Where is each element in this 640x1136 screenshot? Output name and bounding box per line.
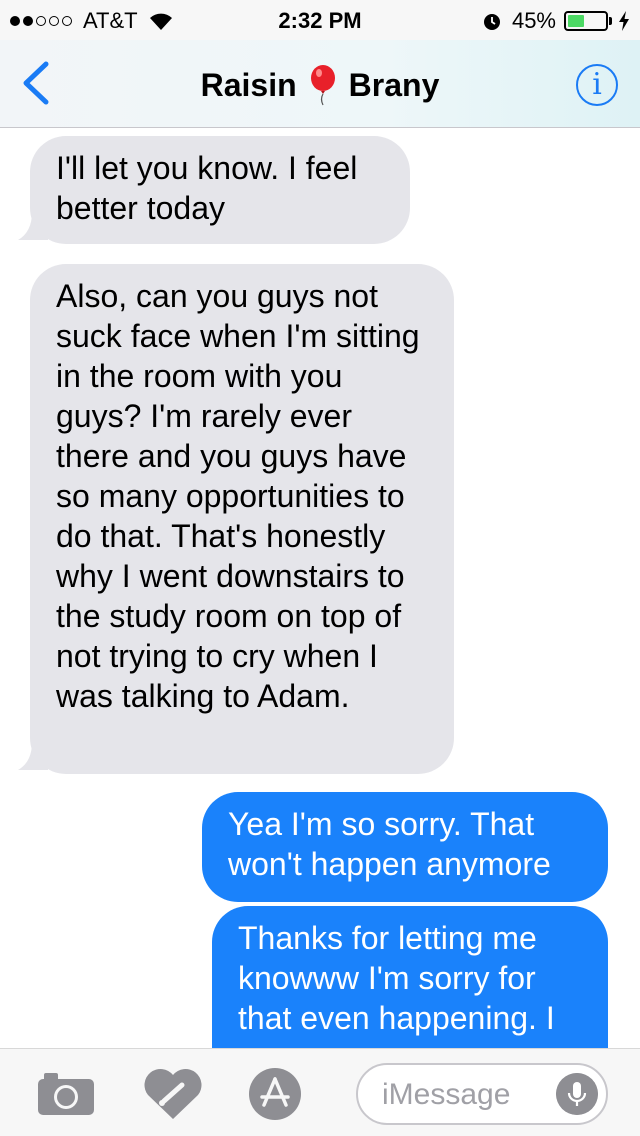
message-input[interactable] — [382, 1073, 552, 1117]
battery-nub — [609, 17, 612, 25]
microphone-icon[interactable] — [556, 1073, 598, 1115]
received-message[interactable]: Also, can you guys not suck face when I'… — [30, 264, 454, 774]
alarm-icon — [483, 14, 500, 30]
nav-bar: Raisin Brany i — [0, 40, 640, 128]
received-message[interactable]: I'll let you know. I feel better today — [30, 136, 410, 244]
battery-percent: 45% — [511, 8, 556, 33]
balloon-icon — [310, 65, 335, 106]
sent-message[interactable]: Yea I'm so sorry. That won't happen anym… — [202, 792, 608, 902]
status-bar: AT&T 2:32 PM 45% — [0, 0, 640, 40]
title-name-1: Raisin — [200, 66, 297, 103]
sent-message[interactable]: Thanks for letting me knowww I'm sorry f… — [212, 906, 608, 1048]
charging-icon — [619, 11, 629, 31]
battery-level — [568, 15, 585, 27]
title-name-2: Brany — [348, 66, 440, 103]
battery-icon — [564, 11, 608, 31]
status-right: 45% — [482, 8, 630, 34]
message-input-field[interactable] — [356, 1063, 608, 1125]
input-bar — [0, 1048, 640, 1136]
app-store-icon[interactable] — [248, 1067, 302, 1121]
digital-touch-icon[interactable] — [142, 1065, 204, 1123]
camera-icon[interactable] — [36, 1069, 96, 1117]
info-button[interactable]: i — [576, 64, 618, 106]
conversation-title[interactable]: Raisin Brany — [0, 64, 640, 106]
message-thread[interactable]: I'll let you know. I feel better today A… — [0, 128, 640, 1048]
